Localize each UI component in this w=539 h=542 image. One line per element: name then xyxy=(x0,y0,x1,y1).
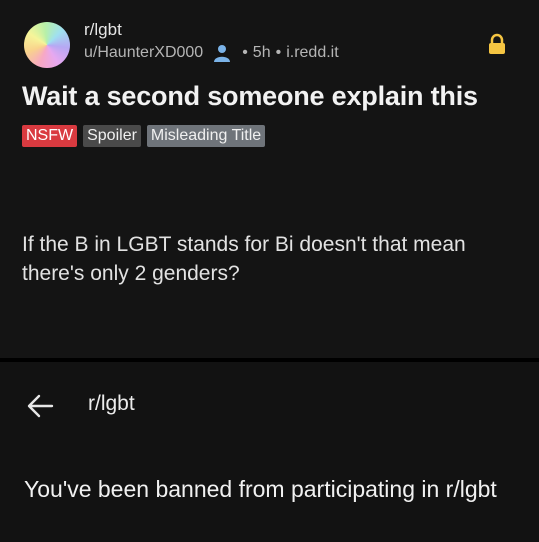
separator-dot: • xyxy=(275,44,282,61)
ban-message: You've been banned from participating in… xyxy=(24,476,497,502)
post-tags: NSFW Spoiler Misleading Title xyxy=(22,125,266,147)
spoiler-tag: Spoiler xyxy=(83,125,141,147)
lock-icon xyxy=(489,33,505,54)
post-card[interactable]: r/lgbt u/HaunterXD000 • 5h • i.redd.it W… xyxy=(0,0,539,358)
subreddit-name[interactable]: r/lgbt xyxy=(84,20,122,40)
nsfw-tag: NSFW xyxy=(22,125,78,147)
ban-subreddit-name: r/lgbt xyxy=(88,392,135,415)
post-age: 5h xyxy=(252,44,271,61)
back-arrow-icon[interactable] xyxy=(26,393,54,419)
separator-dot: • xyxy=(242,44,248,61)
flair-tag[interactable]: Misleading Title xyxy=(146,125,266,147)
user-icon xyxy=(214,45,231,62)
author-name[interactable]: u/HaunterXD000 xyxy=(84,44,203,62)
post-title[interactable]: Wait a second someone explain this xyxy=(22,81,478,112)
ban-screen: r/lgbt You've been banned from participa… xyxy=(0,362,539,542)
subreddit-avatar[interactable] xyxy=(24,22,70,68)
post-body: If the B in LGBT stands for Bi doesn't t… xyxy=(22,233,466,285)
post-meta: u/HaunterXD000 • 5h • i.redd.it xyxy=(84,44,339,62)
post-domain[interactable]: i.redd.it xyxy=(286,44,338,62)
